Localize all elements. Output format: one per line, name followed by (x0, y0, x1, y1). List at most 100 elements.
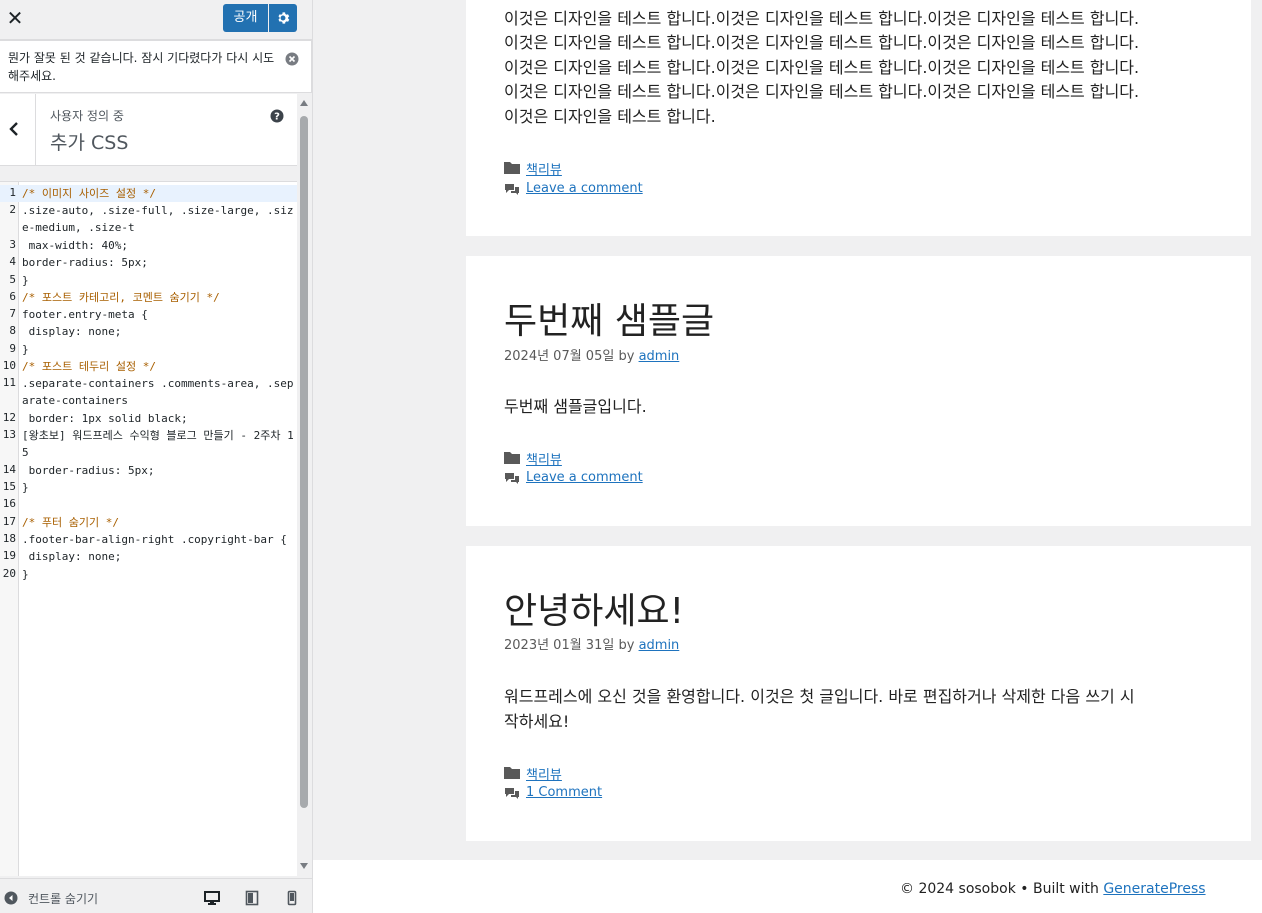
copyright-text: © 2024 sosobok • Built with GeneratePres… (900, 881, 1206, 897)
line-text: } (22, 342, 29, 356)
line-number: 3 (9, 237, 16, 251)
line-text: /* 이미지 사이즈 설정 */ (22, 187, 156, 200)
folder-icon (504, 162, 520, 174)
customizer-header: ✕ 공개 (0, 0, 312, 40)
post-title[interactable]: 두번째 샘플글 (504, 292, 714, 344)
code-line[interactable]: 15} (0, 479, 297, 496)
code-line[interactable]: 1 /* 이미지 사이즈 설정 */ (0, 185, 297, 203)
post-title[interactable]: 안녕하세요! (504, 582, 684, 634)
notice-message: 뭔가 잘못 된 것 같습니다. 잠시 기다렸다가 다시 시도해주세요. (8, 51, 275, 83)
line-text: max-width: 40%; (22, 238, 128, 252)
post-card: 안녕하세요! 2023년 01월 31일 by admin 워드프레스에 오신 … (466, 546, 1251, 841)
line-number: 5 (9, 272, 16, 286)
line-text: /* 푸터 숨기기 */ (22, 515, 119, 529)
line-text: /* 포스트 테두리 설정 */ (22, 360, 156, 373)
post-content: ​ 이것은 디자인을 테스트 합니다.이것은 디자인을 테스트 합니다.이것은 … (504, 0, 1204, 129)
line-number: 4 (9, 255, 16, 269)
code-line[interactable]: 13 [왕초보] 워드프레스 수익형 블로그 만들기 - 2주차 15 (0, 427, 297, 462)
code-line[interactable]: 9} (0, 341, 297, 358)
code-line[interactable]: 12 border: 1px solid black; (0, 410, 297, 427)
line-text: footer.entry-meta { (22, 308, 148, 322)
section-subtitle: 사용자 정의 중 (50, 109, 124, 123)
site-preview: ​ 이것은 디자인을 테스트 합니다.이것은 디자인을 테스트 합니다.이것은 … (313, 0, 1262, 913)
line-text: } (22, 481, 29, 495)
publish-settings-button[interactable] (269, 4, 297, 32)
back-button[interactable] (0, 94, 36, 165)
comment-link[interactable]: 1 Comment (526, 785, 602, 800)
code-line[interactable]: 16 (0, 496, 297, 513)
scroll-down-arrow[interactable] (300, 863, 308, 869)
line-text: display: none; (22, 325, 122, 339)
code-line[interactable]: 7 footer.entry-meta { (0, 306, 297, 323)
content-line: 이것은 디자인을 테스트 합니다.이것은 디자인을 테스트 합니다.이것은 디자… (504, 82, 1140, 101)
category-link[interactable]: 책리뷰 (526, 163, 562, 178)
code-line[interactable]: 14 border-radius: 5px; (0, 462, 297, 479)
close-icon[interactable]: ✕ (0, 0, 30, 38)
svg-text:?: ? (274, 112, 280, 123)
comments-icon (505, 788, 519, 799)
customizer-footer: 컨트롤 숨기기 (0, 878, 312, 913)
scroll-up-arrow[interactable] (300, 100, 308, 106)
post-content: 두번째 샘플글입니다. (504, 397, 647, 416)
code-line[interactable]: 17 /* 푸터 숨기기 */ (0, 514, 297, 531)
hide-controls-label[interactable]: 컨트롤 숨기기 (28, 890, 98, 907)
line-number: 17 (2, 514, 16, 528)
line-number: 12 (2, 410, 16, 424)
content-line: 작하세요! (504, 711, 570, 731)
post-meta: 2023년 01월 31일 by admin (504, 634, 679, 653)
line-number: 18 (2, 532, 16, 545)
code-line[interactable]: 11 .separate-containers .comments-area, .… (0, 375, 297, 410)
category-link[interactable]: 책리뷰 (526, 768, 562, 783)
line-text: border-radius: 5px; (22, 256, 148, 270)
code-line[interactable]: 6 /* 포스트 카테고리, 코멘트 숨기기 */ (0, 289, 297, 306)
author-link[interactable]: admin (639, 638, 680, 653)
css-code-editor[interactable]: 1 /* 이미지 사이즈 설정 */ 2 .size-auto, .size-full… (0, 181, 297, 876)
post-content: 워드프레스에 오신 것을 환영합니다. 이것은 첫 글입니다. 바로 편집하거나… (504, 685, 1204, 734)
code-line[interactable]: 3 max-width: 40%; (0, 237, 297, 254)
code-line[interactable]: 10 /* 포스트 테두리 설정 */ (0, 358, 297, 375)
code-line[interactable]: 2 .size-auto, .size-full, .size-large, .s… (0, 202, 297, 237)
generatepress-link[interactable]: GeneratePress (1103, 881, 1205, 897)
post-meta: 2024년 07월 05일 by admin (504, 345, 679, 364)
line-number: 13 (2, 428, 16, 442)
help-icon[interactable]: ? (270, 109, 284, 123)
post-date: 2024년 07월 05일 (504, 349, 615, 364)
line-number: 1 (9, 186, 16, 199)
line-text: [왕초보] 워드프레스 수익형 블로그 만들기 - 2주차 15 (22, 429, 294, 460)
comment-link[interactable]: Leave a comment (526, 470, 643, 485)
post-card: ​ 이것은 디자인을 테스트 합니다.이것은 디자인을 테스트 합니다.이것은 … (466, 0, 1251, 236)
tablet-icon[interactable] (244, 890, 260, 906)
collapse-icon[interactable] (4, 891, 18, 905)
by-label: by (618, 349, 635, 364)
mobile-icon[interactable] (284, 890, 300, 906)
dismiss-icon[interactable] (285, 52, 299, 66)
category-link[interactable]: 책리뷰 (526, 453, 562, 468)
code-line[interactable]: 20} (0, 566, 297, 583)
line-number: 10 (2, 359, 16, 372)
comments-icon (505, 473, 519, 484)
line-text: .separate-containers .comments-area, .se… (22, 377, 294, 408)
scrollbar[interactable] (297, 98, 312, 873)
gear-icon (278, 12, 290, 24)
line-text: .size-auto, .size-full, .size-large, .si… (22, 204, 294, 235)
code-line[interactable]: 5} (0, 272, 297, 289)
by-label: by (618, 638, 635, 653)
desktop-icon[interactable] (204, 890, 220, 906)
line-number: 20 (2, 566, 16, 580)
scrollbar-thumb[interactable] (300, 116, 308, 808)
publish-button[interactable]: 공개 (223, 4, 268, 32)
line-text: /* 포스트 카테고리, 코멘트 숨기기 */ (22, 290, 220, 304)
code-line[interactable]: 19 display: none; (0, 548, 297, 565)
line-number: 14 (2, 462, 16, 476)
content-line: 이것은 디자인을 테스트 합니다.이것은 디자인을 테스트 합니다.이것은 디자… (504, 8, 1140, 28)
content-line: 이것은 디자인을 테스트 합니다. (504, 106, 716, 126)
comment-link[interactable]: Leave a comment (526, 181, 643, 196)
code-line[interactable]: 8 display: none; (0, 323, 297, 340)
author-link[interactable]: admin (639, 349, 680, 364)
content-line: 워드프레스에 오신 것을 환영합니다. 이것은 첫 글입니다. 바로 편집하거나… (504, 687, 1135, 706)
line-number: 9 (9, 341, 16, 355)
code-line[interactable]: 18 .footer-bar-align-right .copyright-bar… (0, 531, 297, 548)
line-number: 2 (9, 203, 16, 217)
code-line[interactable]: 4 border-radius: 5px; (0, 254, 297, 271)
line-text: } (22, 273, 29, 287)
